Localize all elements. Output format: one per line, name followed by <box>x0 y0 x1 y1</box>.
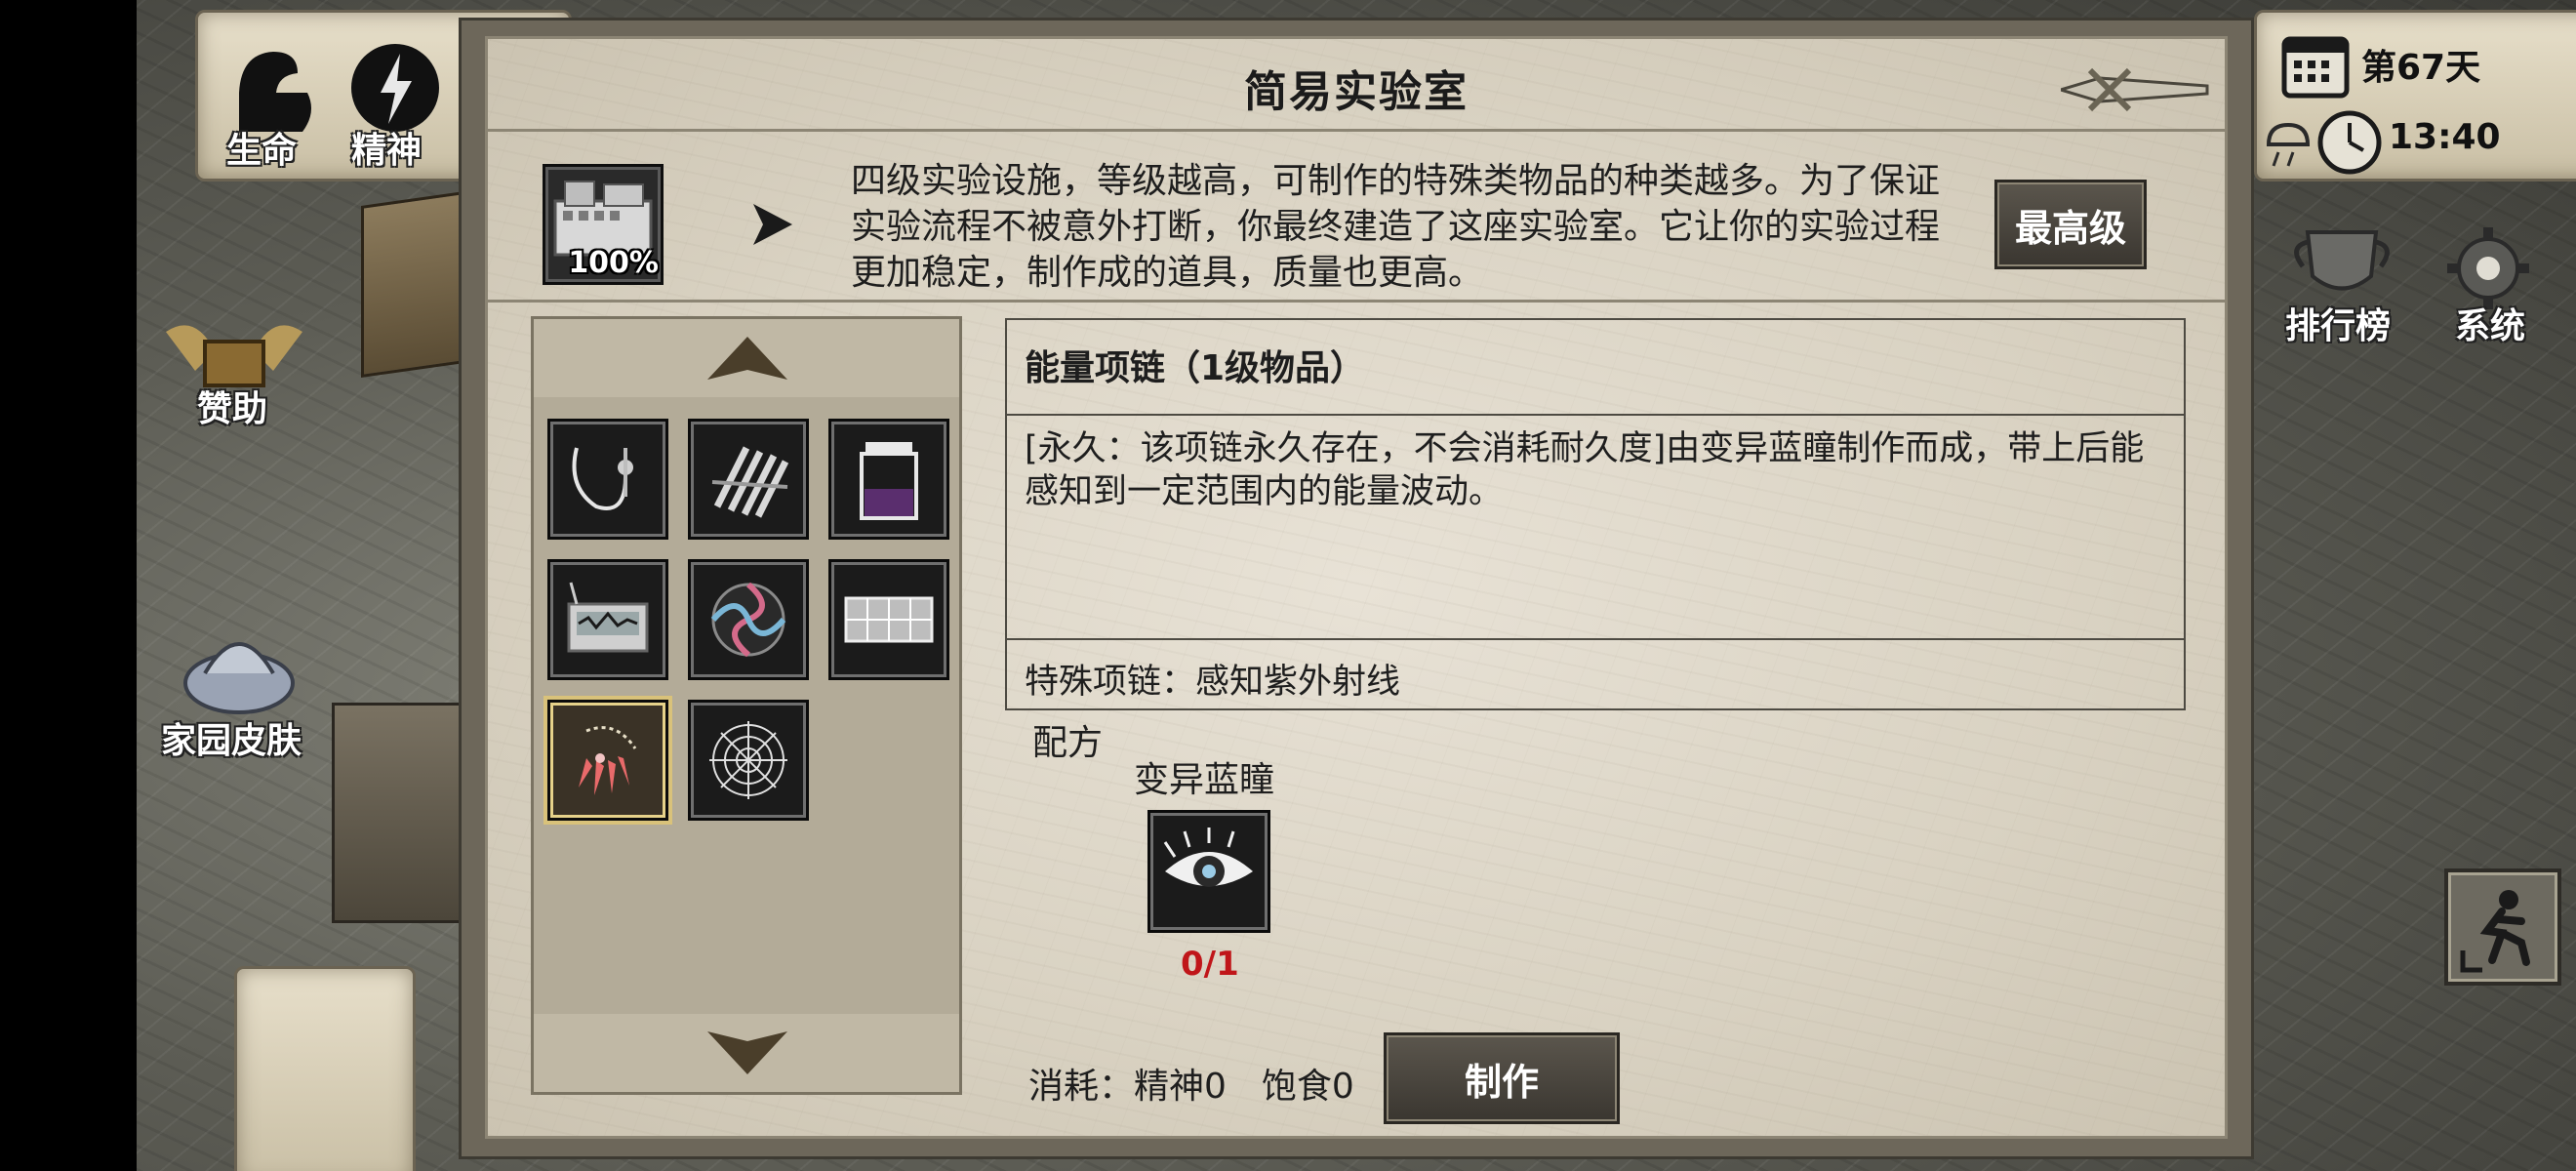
ingredient-name: 变异蓝瞳 <box>1134 760 1275 800</box>
swirl-orb-icon <box>710 582 786 658</box>
day-label: 第67天 <box>2361 48 2481 88</box>
clock-icon <box>2317 110 2382 175</box>
detail-divider-top <box>1007 414 2184 416</box>
system-label: 系统 <box>2455 306 2526 346</box>
item-name: 能量项链（1级物品） <box>1025 348 1366 388</box>
home-skin-label: 家园皮肤 <box>161 721 302 761</box>
dialog-parchment: 简易实验室 100% 四级实验设施，等级越高，可制作的特殊类物品的种类越多。为了… <box>485 36 2228 1139</box>
facility-progress: 100% <box>568 246 659 280</box>
spider-web-icon <box>709 721 787 799</box>
ranking-label: 排行榜 <box>2285 306 2392 346</box>
item-slot-orb[interactable] <box>688 559 809 680</box>
lab-dialog: 简易实验室 100% 四级实验设施，等级越高，可制作的特殊类物品的种类越多。为了… <box>459 18 2254 1159</box>
max-level-button[interactable]: 最高级 <box>1994 180 2147 269</box>
necklace-icon <box>572 447 633 510</box>
facility-description: 四级实验设施，等级越高，可制作的特殊类物品的种类越多。为了保证实验流程不被意外打… <box>851 161 1941 293</box>
item-slot-radar[interactable] <box>547 559 668 680</box>
header-divider <box>488 300 2225 303</box>
eye-icon <box>1163 828 1253 887</box>
item-slot-raft[interactable] <box>688 419 809 540</box>
ingredient-count: 0/1 <box>1181 945 1239 984</box>
jar-icon <box>860 442 918 520</box>
close-arrow-icon[interactable] <box>2061 61 2217 119</box>
running-man-icon <box>2460 890 2530 973</box>
item-slot-panel[interactable] <box>828 559 949 680</box>
item-slot-web[interactable] <box>688 700 809 821</box>
grid-panel-icon <box>844 596 934 643</box>
crystal-necklace-icon <box>579 726 637 795</box>
sponsor-label: 赞助 <box>197 389 268 429</box>
recipe-label: 配方 <box>1032 723 1104 763</box>
title-divider <box>488 129 2225 132</box>
craft-button[interactable]: 制作 <box>1384 1032 1620 1124</box>
radar-device-icon <box>567 582 649 653</box>
run-button[interactable] <box>2444 868 2561 986</box>
raft-icon <box>711 446 789 518</box>
item-slot-jar[interactable] <box>828 419 949 540</box>
item-effect: 特殊项链：感知紫外射线 <box>1025 663 1401 702</box>
detail-divider-bottom <box>1007 638 2184 640</box>
bottom-left-scroll <box>234 966 416 1171</box>
time-label: 13:40 <box>2389 117 2501 157</box>
scroll-down-arrow-icon[interactable] <box>704 1026 791 1080</box>
arrow-right-icon <box>753 204 792 245</box>
item-description: [永久：该项链永久存在，不会消耗耐久度]由变异蓝瞳制作而成，带上后能感知到一定范… <box>1025 429 2145 511</box>
ingredient-slot[interactable] <box>1147 810 1270 933</box>
dialog-title: 简易实验室 <box>1244 67 1469 117</box>
calendar-icon <box>2281 36 2350 99</box>
item-list-panel <box>531 316 962 1095</box>
spirit-label: 精神 <box>351 131 423 171</box>
item-slot-necklace[interactable] <box>547 419 668 540</box>
scroll-up-arrow-icon[interactable] <box>704 331 791 385</box>
facility-icon-frame: 100% <box>543 164 664 285</box>
weather-icon <box>2266 122 2311 167</box>
cost-label: 消耗：精神0 饱食0 <box>1028 1067 1354 1107</box>
home-skin-icon[interactable] <box>176 605 302 722</box>
item-slot-crystal-necklace[interactable] <box>547 700 668 821</box>
life-label: 生命 <box>226 131 298 171</box>
item-detail-panel: 能量项链（1级物品） [永久：该项链永久存在，不会消耗耐久度]由变异蓝瞳制作而成… <box>1005 318 2186 710</box>
